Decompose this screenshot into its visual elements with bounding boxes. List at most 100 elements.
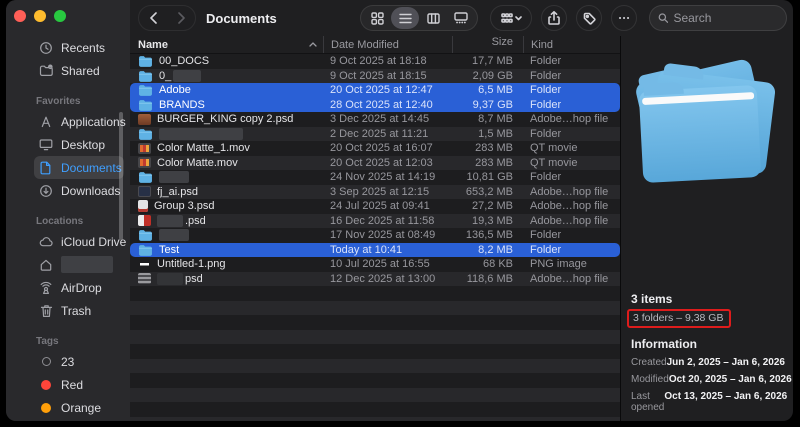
info-value: Jun 2, 2025 – Jan 6, 2026: [666, 357, 785, 368]
file-size: 8,2 MB: [478, 243, 513, 256]
information-title: Information: [631, 337, 697, 351]
file-row-00-docs[interactable]: 00_DOCS 9 Oct 2025 at 18:18 17,7 MB Folder: [130, 54, 620, 69]
info-value: Oct 13, 2025 – Jan 6, 2026: [664, 391, 788, 402]
columns-view-button[interactable]: [419, 7, 447, 29]
sidebar-item-yellow[interactable]: Yellow: [34, 419, 124, 421]
file-row-0[interactable]: 0_ 9 Oct 2025 at 18:15 2,09 GB Folder: [130, 68, 620, 83]
column-header-name[interactable]: Name: [130, 36, 323, 53]
file-date-modified: 9 Oct 2025 at 18:18: [330, 55, 427, 68]
file-date-modified: 20 Oct 2025 at 12:03: [330, 156, 433, 169]
file-name: Color Matte.mov: [157, 156, 238, 169]
file-name: Adobe: [159, 84, 191, 97]
file-kind: PNG image: [530, 258, 587, 271]
sidebar-item-downloads[interactable]: Downloads: [34, 179, 124, 202]
file-row-color-matte-mov[interactable]: Color Matte.mov 20 Oct 2025 at 12:03 283 M…: [130, 155, 620, 170]
sidebar-item-redacted[interactable]: [34, 253, 124, 276]
empty-row: [130, 416, 620, 421]
file-date-modified: 20 Oct 2025 at 16:07: [330, 142, 433, 155]
airdrop-icon: [38, 281, 54, 295]
file-kind: QT movie: [530, 156, 578, 169]
column-header-kind[interactable]: Kind: [523, 36, 620, 53]
file-size: 27,2 MB: [472, 200, 513, 213]
file-size: 6,5 MB: [478, 84, 513, 97]
list-view-button[interactable]: [391, 7, 419, 29]
icons-view-button[interactable]: [363, 7, 391, 29]
file-date-modified: 17 Nov 2025 at 08:49: [330, 229, 436, 242]
sidebar-item-23[interactable]: 23: [34, 350, 124, 373]
column-header-size[interactable]: Size: [452, 36, 523, 53]
folder-icon: [139, 99, 152, 111]
file-name-suffix: .psd: [185, 214, 206, 227]
search-input[interactable]: [673, 11, 778, 25]
file-name: 00_DOCS: [159, 55, 210, 68]
search-field[interactable]: [649, 5, 787, 31]
more-button[interactable]: [611, 5, 637, 31]
file-size: 17,7 MB: [472, 55, 513, 68]
sidebar-item-icloud-drive[interactable]: iCloud Drive: [34, 230, 126, 253]
clock-icon: [38, 41, 54, 55]
file-row-burger-king-copy-2-psd[interactable]: BURGER_KING copy 2.psd 3 Dec 2025 at 14:4…: [130, 112, 620, 127]
redacted-label: [61, 256, 113, 273]
list-header: Name Date Modified Size Kind: [130, 36, 620, 54]
file-row-group-3-psd[interactable]: Group 3.psd 24 Jul 2025 at 09:41 27,2 MB Ad…: [130, 199, 620, 214]
sidebar-item-orange[interactable]: Orange: [34, 396, 124, 419]
file-kind: Folder: [530, 171, 562, 184]
tag-button[interactable]: [576, 5, 602, 31]
file-name: Color Matte_1.mov: [157, 142, 250, 155]
psd-dark-thumbnail-icon: [138, 186, 151, 198]
view-switcher: [360, 5, 478, 31]
file-row-psd[interactable]: psd 12 Dec 2025 at 13:00 118,6 MB Adobe…hop…: [130, 271, 620, 286]
file-size: 2,09 GB: [472, 69, 513, 82]
empty-row: [130, 402, 620, 417]
close-button[interactable]: [14, 10, 26, 22]
info-row-created: Created Jun 2, 2025 – Jan 6, 2026: [631, 357, 785, 368]
sidebar-item-shared[interactable]: Shared: [34, 59, 124, 82]
file-name: BURGER_KING copy 2.psd: [157, 113, 294, 126]
sidebar: Recents Shared Favorites Applications Deskto…: [6, 0, 130, 421]
sidebar-scrollbar[interactable]: [119, 112, 123, 240]
file-kind: Adobe…hop file: [530, 272, 609, 285]
annotation-box: 3 folders – 9,38 GB: [627, 309, 732, 328]
file-name: BRANDS: [159, 98, 205, 111]
sidebar-item-recents[interactable]: Recents: [34, 36, 124, 59]
empty-row: [130, 286, 620, 301]
file-kind: Folder: [530, 98, 562, 111]
file-row-psd[interactable]: .psd 16 Dec 2025 at 11:58 19,3 MB Adobe…hop…: [130, 213, 620, 228]
file-kind: Adobe…hop file: [530, 200, 609, 213]
zoom-button[interactable]: [54, 10, 66, 22]
file-row-fj-ai-psd[interactable]: fj_ai.psd 3 Sep 2025 at 12:15 653,2 MB Adob…: [130, 184, 620, 199]
file-row-test[interactable]: Test Today at 10:41 8,2 MB Folder: [130, 242, 620, 257]
file-row-untitled-1-png[interactable]: Untitled-1.png 10 Jul 2025 at 16:55 68 KB P…: [130, 257, 620, 272]
back-button[interactable]: [139, 6, 167, 30]
file-size: 283 MB: [475, 156, 513, 169]
sidebar-item-desktop[interactable]: Desktop: [34, 133, 124, 156]
file-row-redacted[interactable]: 17 Nov 2025 at 08:49 136,5 MB Folder: [130, 228, 620, 243]
share-button[interactable]: [541, 5, 567, 31]
sidebar-item-trash[interactable]: Trash: [34, 299, 124, 322]
group-by-button[interactable]: [490, 5, 532, 31]
sidebar-section-favorites: Favorites: [36, 96, 81, 107]
column-header-date-modified[interactable]: Date Modified: [323, 36, 452, 53]
file-row-brands[interactable]: BRANDS 28 Oct 2025 at 12:40 9,37 GB Folder: [130, 97, 620, 112]
movie-thumbnail-icon: [138, 142, 151, 154]
file-row-color-matte-1-mov[interactable]: Color Matte_1.mov 20 Oct 2025 at 16:07 283…: [130, 141, 620, 156]
chevron-down-icon: [514, 15, 522, 20]
file-row-redacted[interactable]: 2 Dec 2025 at 11:21 1,5 MB Folder: [130, 126, 620, 141]
sidebar-item-red[interactable]: Red: [34, 373, 124, 396]
sidebar-item-documents[interactable]: Documents: [34, 156, 124, 179]
sidebar-item-label: Shared: [61, 63, 100, 78]
minimize-button[interactable]: [34, 10, 46, 22]
empty-row: [130, 300, 620, 315]
sidebar-item-applications[interactable]: Applications: [34, 110, 126, 133]
file-row-redacted[interactable]: 24 Nov 2025 at 14:19 10,81 GB Folder: [130, 170, 620, 185]
finder-window: Recents Shared Favorites Applications Deskto…: [6, 0, 793, 421]
forward-button[interactable]: [167, 6, 195, 30]
file-kind: Adobe…hop file: [530, 185, 609, 198]
gallery-view-button[interactable]: [447, 7, 475, 29]
file-kind: QT movie: [530, 142, 578, 155]
folder-stack-icon: [631, 36, 783, 286]
file-row-adobe[interactable]: Adobe 20 Oct 2025 at 12:47 6,5 MB Folder: [130, 83, 620, 98]
sidebar-item-label: Trash: [61, 303, 92, 318]
psd-red-thumbnail-icon: [138, 215, 151, 227]
sidebar-item-airdrop[interactable]: AirDrop: [34, 276, 124, 299]
